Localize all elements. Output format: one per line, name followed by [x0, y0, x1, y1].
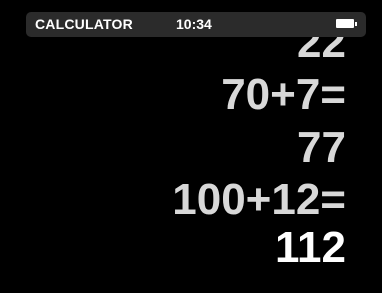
tape-line: 70+7=	[221, 70, 346, 119]
app-title: CALCULATOR	[35, 16, 133, 32]
calculation-tape[interactable]: 22 70+7= 77 100+12= 112	[0, 37, 382, 293]
tape-line: 77	[297, 123, 346, 172]
clock: 10:34	[176, 16, 212, 32]
calculator-screen: CALCULATOR 10:34 22 70+7= 77 100+12= 112	[0, 0, 382, 293]
tape-line: 100+12=	[172, 175, 346, 224]
tape-line: 22	[297, 37, 346, 67]
status-bar: CALCULATOR 10:34	[26, 12, 366, 37]
battery-full-icon	[336, 19, 357, 28]
current-result: 112	[275, 223, 346, 272]
